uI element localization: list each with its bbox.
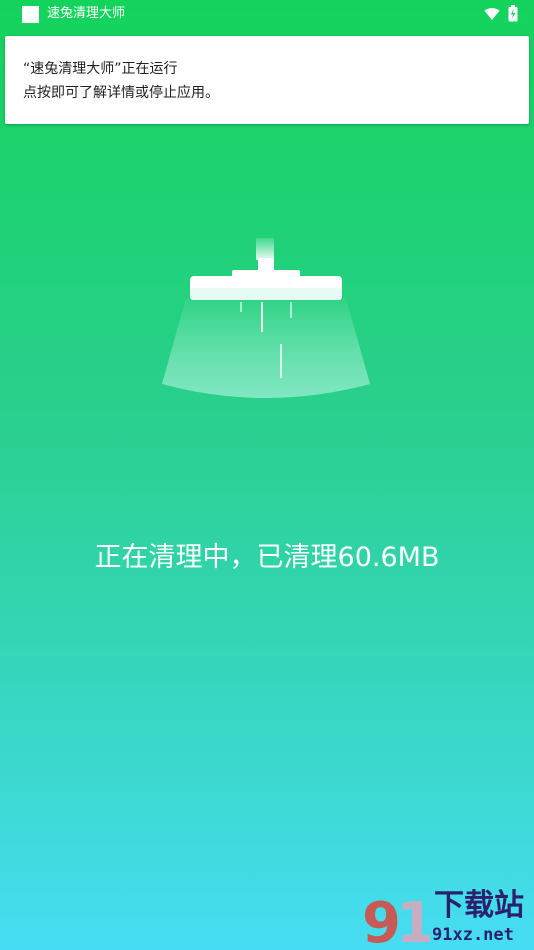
watermark-logo: 9 1 (362, 891, 430, 948)
site-watermark: 9 1 下载站 91xz.net (360, 888, 530, 948)
foreground-service-notification[interactable]: “速兔清理大师”正在运行 点按即可了解详情或停止应用。 (5, 36, 529, 124)
notification-body: 点按即可了解详情或停止应用。 (23, 85, 219, 101)
broom-icon (162, 238, 370, 398)
app-square-icon (22, 6, 39, 23)
wifi-icon (484, 8, 500, 20)
watermark-domain: 91xz.net (432, 925, 514, 945)
svg-text:1: 1 (396, 891, 430, 948)
status-bar-app-title: 速兔清理大师 (47, 6, 126, 21)
watermark-site-name: 下载站 (434, 888, 524, 923)
cleaning-status-text: 正在清理中，已清理60.6MB (94, 542, 440, 573)
status-bar: 速兔清理大师 (0, 0, 534, 30)
notification-title: “速兔清理大师”正在运行 (23, 61, 178, 77)
battery-charging-icon (508, 5, 518, 22)
